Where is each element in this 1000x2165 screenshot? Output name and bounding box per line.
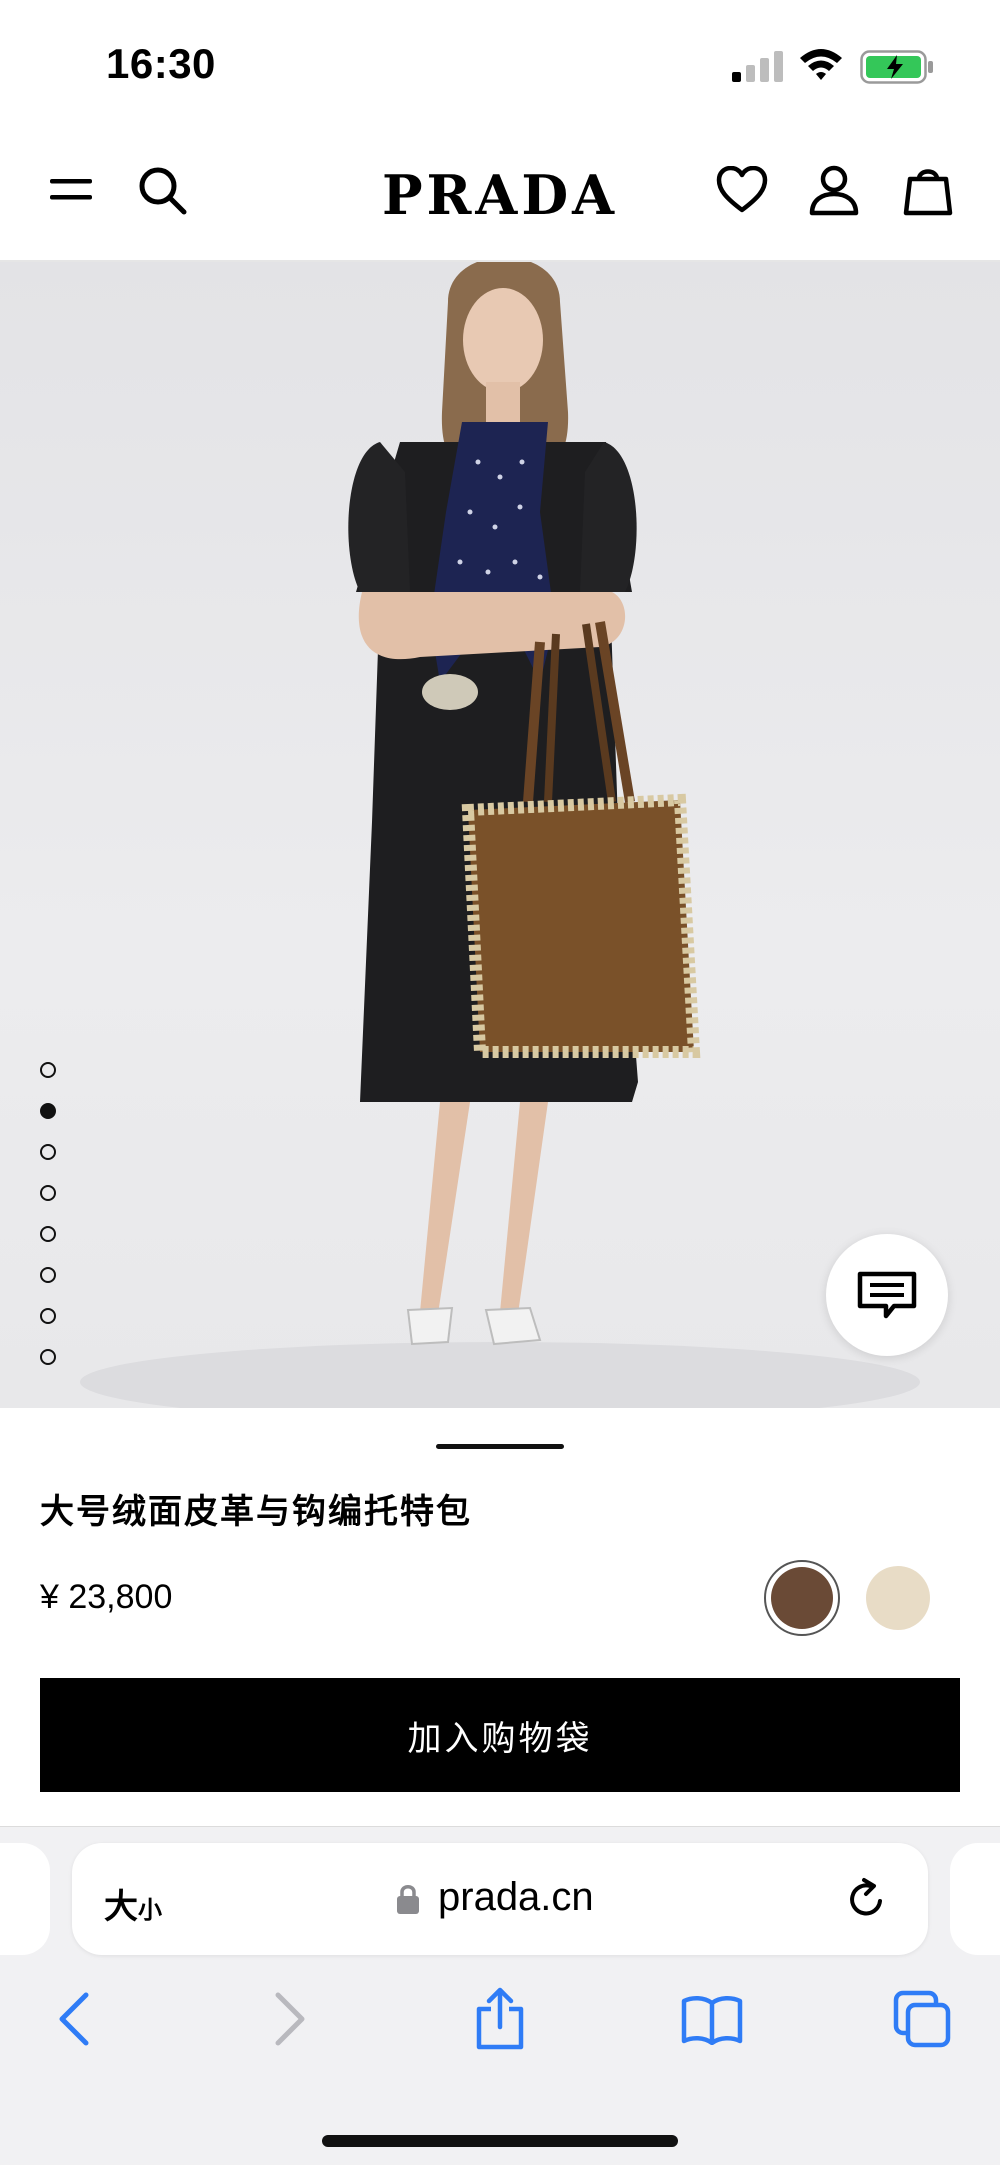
site-header: PRADA: [0, 130, 1000, 262]
sheet-drag-handle[interactable]: [436, 1444, 564, 1449]
text-size-button[interactable]: 大小: [104, 1879, 162, 1928]
cellular-signal-icon: [732, 51, 783, 82]
browser-toolbar: 大小 prada.cn: [0, 1826, 1000, 2165]
gallery-dot[interactable]: [40, 1349, 56, 1365]
status-bar: 16:30: [0, 0, 1000, 130]
gallery-dot-active[interactable]: [40, 1103, 56, 1119]
product-photo: [80, 262, 920, 1408]
gallery-dot[interactable]: [40, 1185, 56, 1201]
gallery-dot[interactable]: [40, 1308, 56, 1324]
tabs-icon: [893, 1990, 951, 2048]
previous-tab-preview[interactable]: [0, 1843, 50, 1955]
color-swatch-brown-selected[interactable]: [764, 1560, 840, 1636]
gallery-dot[interactable]: [40, 1144, 56, 1160]
product-image-gallery[interactable]: [0, 262, 1000, 1408]
gallery-dot[interactable]: [40, 1226, 56, 1242]
add-to-cart-button[interactable]: 加入购物袋: [40, 1678, 960, 1792]
share-button[interactable]: [468, 1987, 532, 2051]
tabs-button[interactable]: [890, 1987, 954, 2051]
text-size-label-big: 大: [104, 1887, 138, 1927]
bookmarks-button[interactable]: [680, 1987, 744, 2051]
color-swatch-beige[interactable]: [866, 1566, 930, 1630]
heart-icon[interactable]: [714, 162, 770, 218]
battery-icon: [860, 50, 933, 84]
next-tab-preview[interactable]: [950, 1843, 1000, 1955]
address-bar[interactable]: 大小 prada.cn: [72, 1843, 928, 1955]
gallery-dot[interactable]: [40, 1062, 56, 1078]
status-time: 16:30: [106, 40, 216, 87]
chat-icon: [857, 1271, 917, 1319]
search-icon[interactable]: [134, 162, 190, 218]
share-icon: [476, 1987, 524, 2050]
lock-icon: [397, 1885, 419, 1914]
url-text: prada.cn: [438, 1875, 594, 1919]
back-button[interactable]: [42, 1987, 106, 2051]
book-icon: [681, 1996, 743, 2045]
wifi-icon: [800, 49, 842, 80]
page: 16:30 PRADA 大号绒面皮革与钩编托特包 ¥ 23,800 加入购物袋 …: [0, 0, 1000, 2165]
brand-logo[interactable]: PRADA: [360, 160, 640, 230]
forward-button[interactable]: [258, 1987, 322, 2051]
product-price: ¥ 23,800: [40, 1578, 173, 1616]
chevron-left-icon: [59, 1992, 89, 2046]
product-title: 大号绒面皮革与钩编托特包: [40, 1492, 472, 1532]
reload-icon[interactable]: [844, 1877, 888, 1921]
account-icon[interactable]: [806, 162, 862, 218]
text-size-label-small: 小: [138, 1896, 162, 1924]
menu-icon[interactable]: [44, 162, 100, 218]
chevron-right-icon: [275, 1992, 305, 2046]
product-info-panel: 大号绒面皮革与钩编托特包 ¥ 23,800 加入购物袋: [0, 1408, 1000, 1826]
gallery-dot[interactable]: [40, 1267, 56, 1283]
home-indicator: [322, 2135, 678, 2147]
gallery-pagination: [40, 1062, 60, 1390]
chat-button[interactable]: [826, 1234, 948, 1356]
shopping-bag-icon[interactable]: [900, 162, 956, 218]
